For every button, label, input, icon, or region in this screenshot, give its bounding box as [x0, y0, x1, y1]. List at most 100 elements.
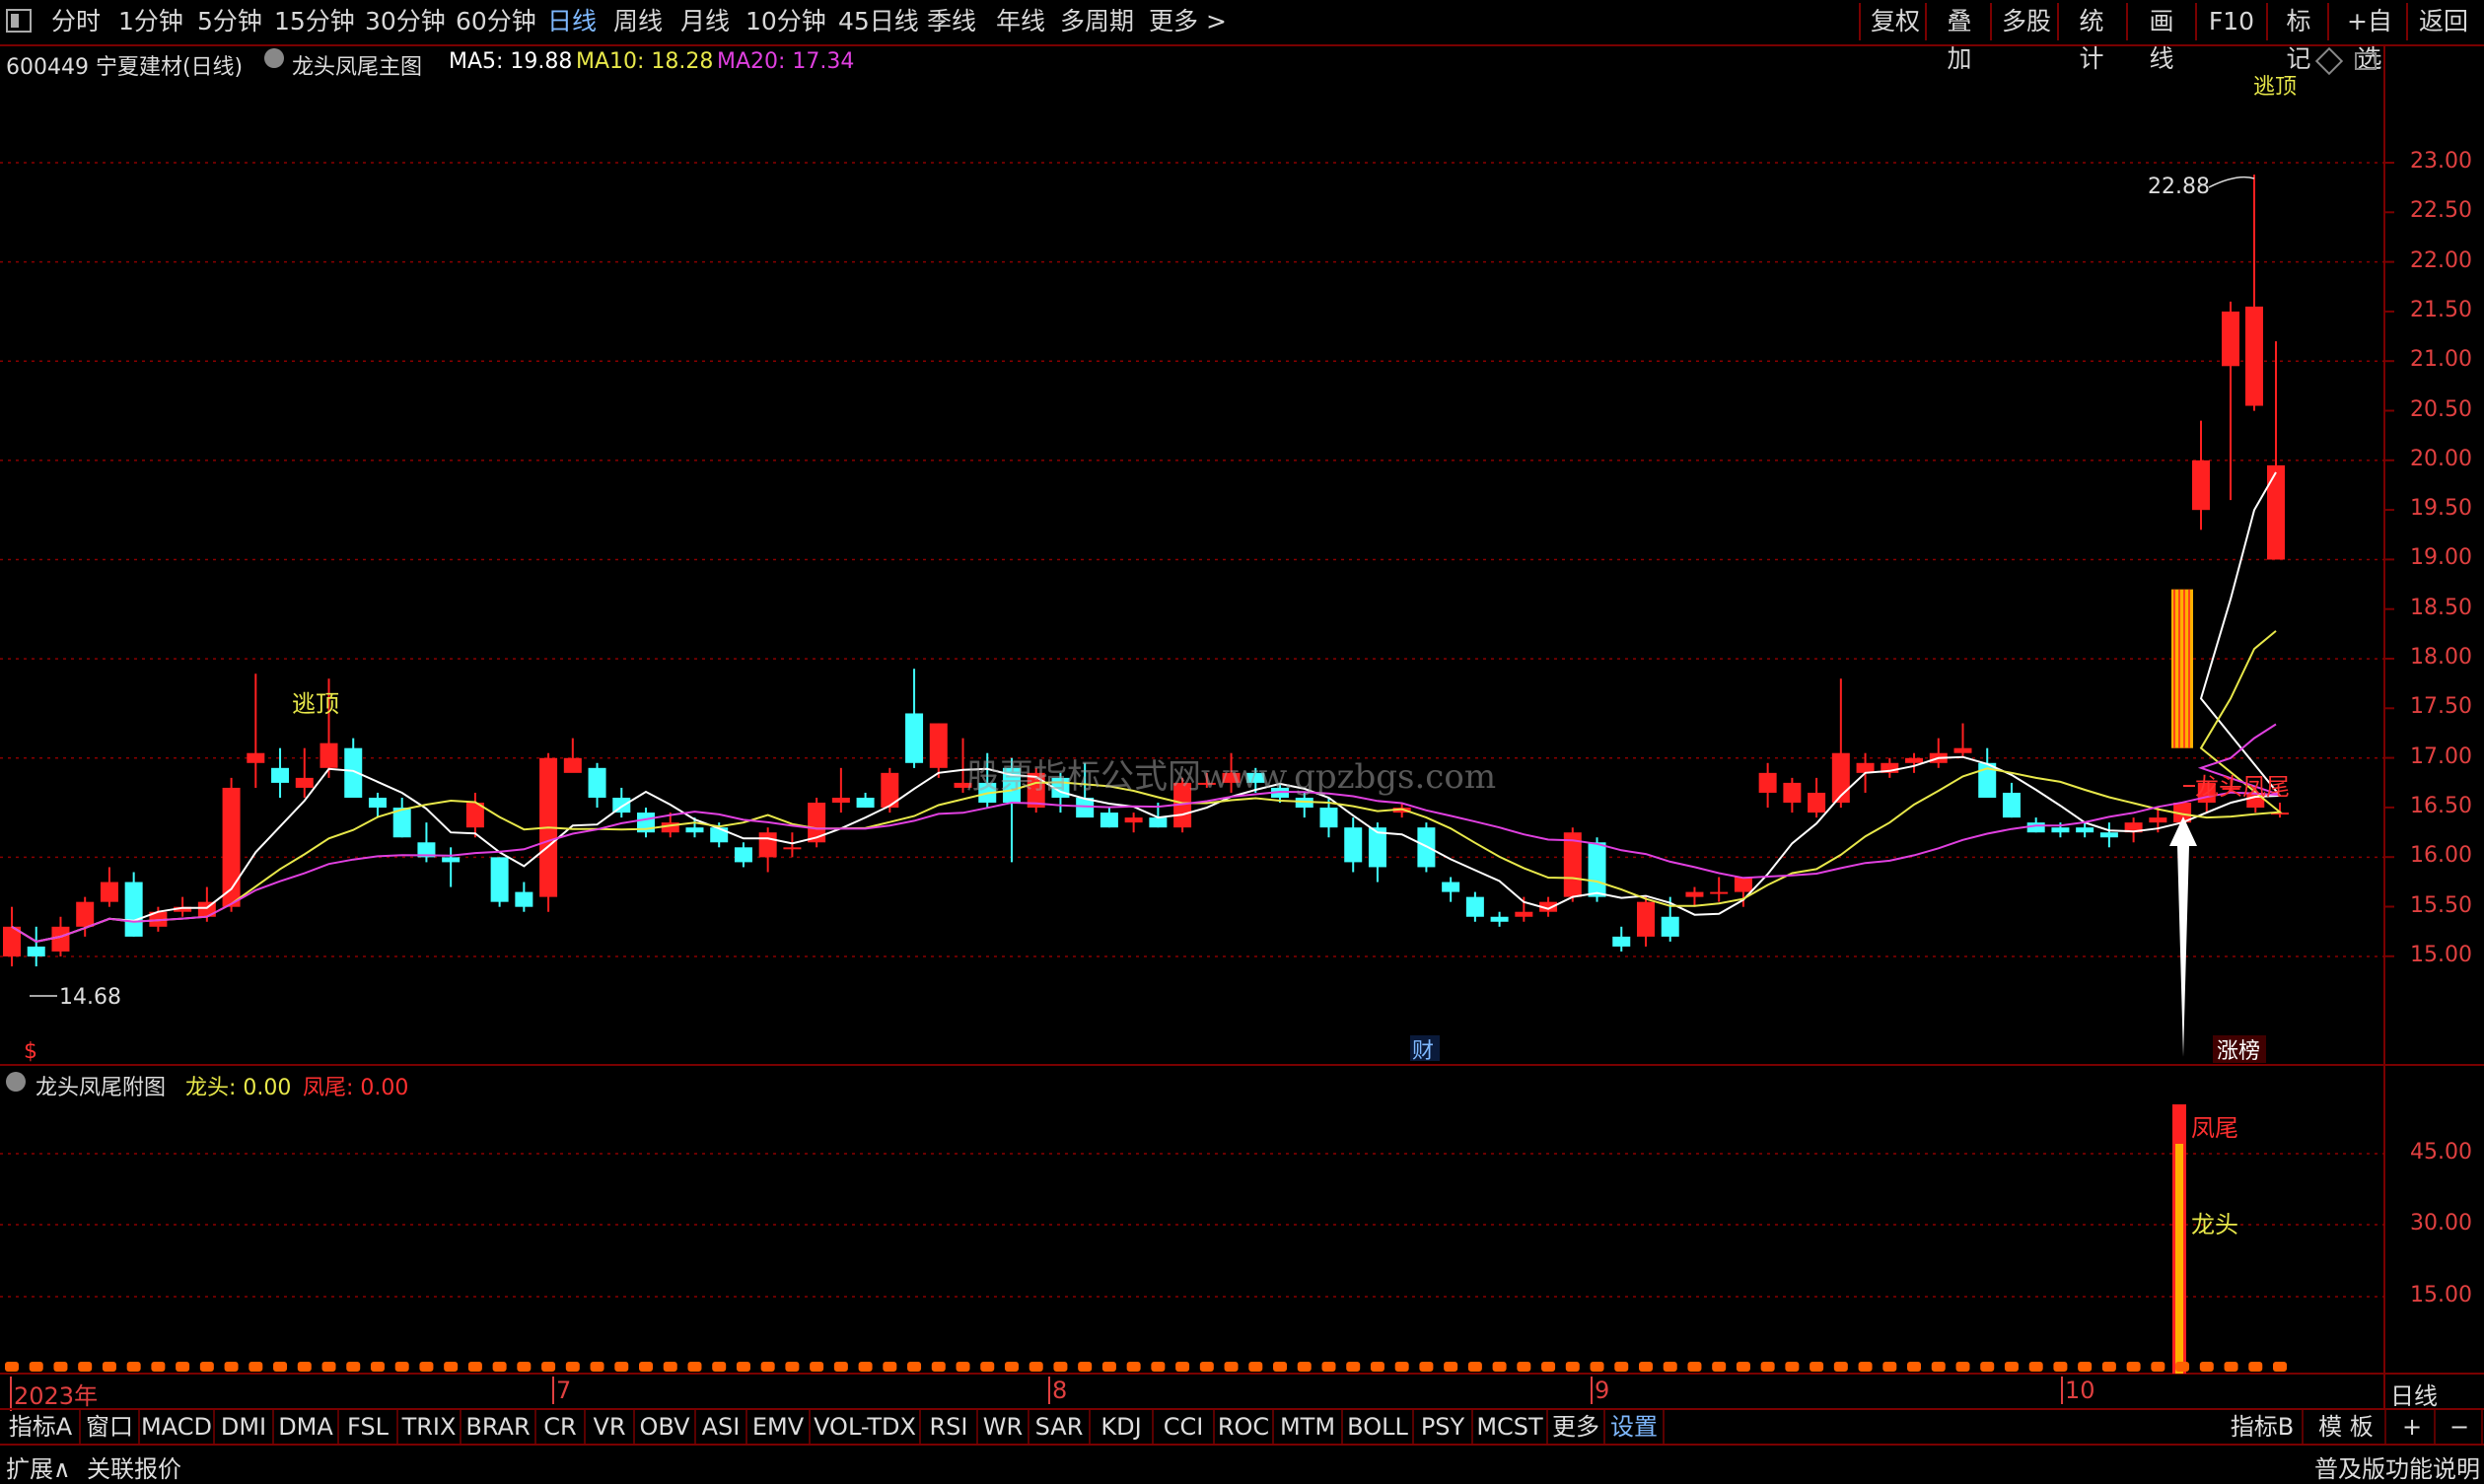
baseline-dot: [2175, 1362, 2190, 1372]
candle-body: [76, 901, 95, 927]
tab-right-0[interactable]: 指标B: [2223, 1410, 2304, 1444]
baseline-dot: [2199, 1362, 2214, 1372]
candle-body: [271, 767, 290, 783]
candle-body: [1442, 882, 1460, 892]
candle-body: [1636, 901, 1655, 937]
time-axis-label: 7: [552, 1377, 571, 1404]
candle-body: [2099, 832, 2118, 838]
tab-right-2[interactable]: +: [2390, 1410, 2436, 1444]
indicator-tab-15[interactable]: WR: [978, 1410, 1029, 1444]
baseline-dot: [1126, 1362, 1141, 1372]
candle-body: [1100, 813, 1118, 828]
baseline-dot: [565, 1362, 580, 1372]
sub-indicator-name[interactable]: 龙头凤尾附图: [35, 1070, 166, 1101]
indicator-tab-1[interactable]: 窗口: [81, 1410, 140, 1444]
baseline-dot: [370, 1362, 385, 1372]
indicator-tab-2[interactable]: MACD: [140, 1410, 215, 1444]
indicator-tab-4[interactable]: DMA: [274, 1410, 339, 1444]
indicator-tab-13[interactable]: VOL-TDX: [811, 1410, 921, 1444]
indicator-tab-18[interactable]: CCI: [1154, 1410, 1215, 1444]
baseline-dot: [2273, 1362, 2287, 1372]
sub-indicator-menu-icon[interactable]: [6, 1072, 26, 1092]
baseline-dot: [907, 1362, 922, 1372]
price-axis-label: 23.00: [2410, 149, 2472, 174]
candle-body: [1588, 842, 1606, 897]
time-axis-period[interactable]: 日线: [2390, 1377, 2438, 1411]
watermark: 股票指标公式网www.gpzbgs.com: [966, 757, 1497, 797]
candle-body: [1612, 936, 1631, 947]
price-axis-label: 16.50: [2410, 793, 2472, 818]
indicator-tab-22[interactable]: PSY: [1414, 1410, 1473, 1444]
price-axis-label: 22.50: [2410, 198, 2472, 224]
candle-body: [2002, 792, 2021, 818]
baseline-dot: [1614, 1362, 1629, 1372]
indicator-tab-20[interactable]: MTM: [1274, 1410, 1343, 1444]
baseline-dot: [931, 1362, 946, 1372]
candle-body: [1685, 891, 1704, 897]
indicator-tab-10[interactable]: OBV: [635, 1410, 696, 1444]
baseline-dot: [785, 1362, 800, 1372]
baseline-dot: [2053, 1362, 2068, 1372]
escape-top-label-right: 逃顶: [2253, 75, 2297, 100]
time-axis-label: 9: [1591, 1377, 1609, 1404]
baseline-dot: [1687, 1362, 1702, 1372]
candle-body: [710, 827, 729, 843]
baseline-dot: [248, 1362, 263, 1372]
candle-body: [1734, 877, 1752, 892]
ma5-line: [11, 471, 2283, 943]
price-axis-label: 15.00: [2410, 942, 2472, 967]
indicator-tab-25[interactable]: 设置: [1605, 1410, 1665, 1444]
tab-right-1[interactable]: 模 板: [2307, 1410, 2386, 1444]
price-axis-label: 21.00: [2410, 347, 2472, 373]
indicator-tab-12[interactable]: EMV: [747, 1410, 811, 1444]
candle-body: [1783, 782, 1802, 804]
expand-button[interactable]: 扩展∧: [6, 1449, 71, 1484]
candle-body: [588, 767, 606, 798]
indicator-tab-21[interactable]: BOLL: [1343, 1410, 1414, 1444]
candle-body: [905, 713, 924, 763]
baseline-dot: [1370, 1362, 1384, 1372]
baseline-dot: [614, 1362, 629, 1372]
baseline-dot: [2126, 1362, 2141, 1372]
baseline-dot: [151, 1362, 166, 1372]
baseline-dot: [1419, 1362, 1434, 1372]
candle-body: [51, 926, 70, 952]
baseline-dot: [1467, 1362, 1482, 1372]
tab-right-3[interactable]: −: [2438, 1410, 2483, 1444]
indicator-tab-14[interactable]: RSI: [921, 1410, 978, 1444]
indicator-tab-8[interactable]: CR: [536, 1410, 586, 1444]
baseline-dot: [1101, 1362, 1116, 1372]
baseline-dot: [1492, 1362, 1507, 1372]
candle-body: [1758, 772, 1777, 793]
candle-body: [27, 946, 45, 956]
indicator-tab-24[interactable]: 更多: [1548, 1410, 1605, 1444]
baseline-dot: [176, 1362, 190, 1372]
indicator-tab-7[interactable]: BRAR: [461, 1410, 536, 1444]
edition-info-button[interactable]: 普及版功能说明: [2314, 1449, 2480, 1484]
zhangting-badge: 涨榜: [2217, 1039, 2260, 1064]
baseline-dot: [1029, 1362, 1043, 1372]
baseline-dot: [273, 1362, 288, 1372]
indicator-tab-3[interactable]: DMI: [215, 1410, 274, 1444]
candle-body: [124, 882, 143, 937]
indicator-tab-9[interactable]: VR: [586, 1410, 635, 1444]
indicator-tab-17[interactable]: KDJ: [1091, 1410, 1154, 1444]
price-axis-label: 20.50: [2410, 396, 2472, 422]
price-axis-label: 16.00: [2410, 843, 2472, 869]
indicator-tab-6[interactable]: TRIX: [398, 1410, 461, 1444]
candle-body: [368, 798, 387, 809]
related-quote-button[interactable]: 关联报价: [87, 1449, 181, 1484]
longtou-bar: [2175, 1144, 2183, 1374]
indicator-tab-23[interactable]: MCST: [1473, 1410, 1548, 1444]
indicator-tab-11[interactable]: ASI: [696, 1410, 747, 1444]
baseline-dot: [1736, 1362, 1750, 1372]
baseline-dot: [1785, 1362, 1800, 1372]
indicator-tab-16[interactable]: SAR: [1029, 1410, 1091, 1444]
indicator-tab-5[interactable]: FSL: [339, 1410, 398, 1444]
baseline-dot: [833, 1362, 848, 1372]
baseline-dot: [2248, 1362, 2263, 1372]
indicator-tab-19[interactable]: ROC: [1215, 1410, 1274, 1444]
baseline-dot: [810, 1362, 824, 1372]
candle-body: [1149, 817, 1168, 828]
indicator-tab-0[interactable]: 指标A: [2, 1410, 81, 1444]
